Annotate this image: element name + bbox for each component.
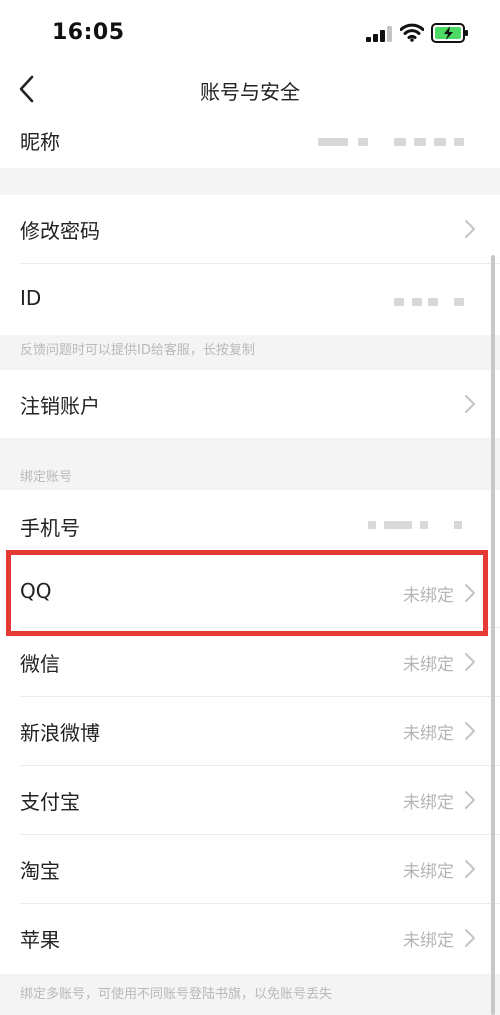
bind-weibo-label: 新浪微博 [20, 721, 100, 745]
id-value-blurred [394, 298, 404, 306]
nickname-value-blurred [318, 138, 348, 146]
bind-accounts-group: 手机号 QQ 未绑定 微信 未绑定 新浪微博 未绑定 支付宝 未绑定 淘宝 未绑… [0, 490, 500, 974]
bind-weibo-status: 未绑定 [403, 724, 454, 744]
bind-qq-label: QQ [20, 579, 52, 603]
battery-charging-icon [431, 23, 468, 43]
bind-wechat-label: 微信 [20, 652, 60, 676]
bind-alipay-label: 支付宝 [20, 790, 80, 814]
chevron-right-icon [465, 929, 475, 947]
id-label: ID [20, 286, 42, 310]
cellular-signal-icon [366, 26, 392, 42]
bind-qq-status: 未绑定 [403, 586, 454, 606]
id-value-blurred [412, 298, 422, 306]
wifi-icon [400, 23, 424, 42]
scrollbar[interactable] [491, 255, 495, 1015]
chevron-right-icon [465, 220, 475, 238]
nickname-value-blurred [358, 138, 368, 146]
bind-apple-row[interactable]: 苹果 未绑定 [0, 904, 500, 972]
phone-value-blurred [384, 521, 412, 529]
id-row[interactable]: ID [0, 264, 500, 334]
bind-footer-hint: 绑定多账号，可使用不同账号登陆书旗，以免账号丢失 [20, 987, 333, 1002]
bind-wechat-status: 未绑定 [403, 655, 454, 675]
cancel-account-group: 注销账户 [0, 370, 500, 438]
bind-apple-status: 未绑定 [403, 931, 454, 951]
page-title: 账号与安全 [200, 80, 300, 104]
change-password-row[interactable]: 修改密码 [0, 195, 500, 263]
bind-wechat-row[interactable]: 微信 未绑定 [0, 628, 500, 696]
nickname-value-blurred [454, 138, 464, 146]
chevron-right-icon [465, 791, 475, 809]
bind-section-title: 绑定账号 [20, 470, 73, 485]
bind-taobao-label: 淘宝 [20, 859, 60, 883]
chevron-right-icon [465, 395, 475, 413]
bind-apple-label: 苹果 [20, 928, 60, 952]
phone-label: 手机号 [20, 516, 80, 540]
id-hint: 反馈问题时可以提供ID给客服，长按复制 [20, 343, 255, 358]
bind-alipay-row[interactable]: 支付宝 未绑定 [0, 766, 500, 834]
bind-qq-row[interactable]: QQ 未绑定 [0, 559, 500, 627]
phone-value-blurred [368, 521, 376, 529]
nickname-value-blurred [394, 138, 406, 146]
security-group: 修改密码 ID [0, 195, 500, 335]
profile-group: 昵称 [0, 116, 500, 168]
chevron-right-icon [465, 584, 475, 602]
cancel-account-label: 注销账户 [20, 394, 100, 418]
phone-row[interactable]: 手机号 [0, 490, 500, 558]
nickname-value-blurred [434, 138, 446, 146]
nickname-label: 昵称 [20, 130, 60, 154]
nickname-value-blurred [414, 138, 426, 146]
chevron-right-icon [465, 722, 475, 740]
bind-taobao-row[interactable]: 淘宝 未绑定 [0, 835, 500, 903]
bind-weibo-row[interactable]: 新浪微博 未绑定 [0, 697, 500, 765]
chevron-right-icon [465, 860, 475, 878]
id-value-blurred [454, 298, 464, 306]
id-value-blurred [428, 298, 438, 306]
bind-taobao-status: 未绑定 [403, 862, 454, 882]
change-password-label: 修改密码 [20, 219, 100, 243]
phone-value-blurred [454, 521, 462, 529]
chevron-right-icon [465, 653, 475, 671]
bind-alipay-status: 未绑定 [403, 793, 454, 813]
cancel-account-row[interactable]: 注销账户 [0, 370, 500, 438]
status-time: 16:05 [52, 20, 125, 45]
nickname-row[interactable]: 昵称 [0, 116, 500, 168]
phone-value-blurred [420, 521, 428, 529]
